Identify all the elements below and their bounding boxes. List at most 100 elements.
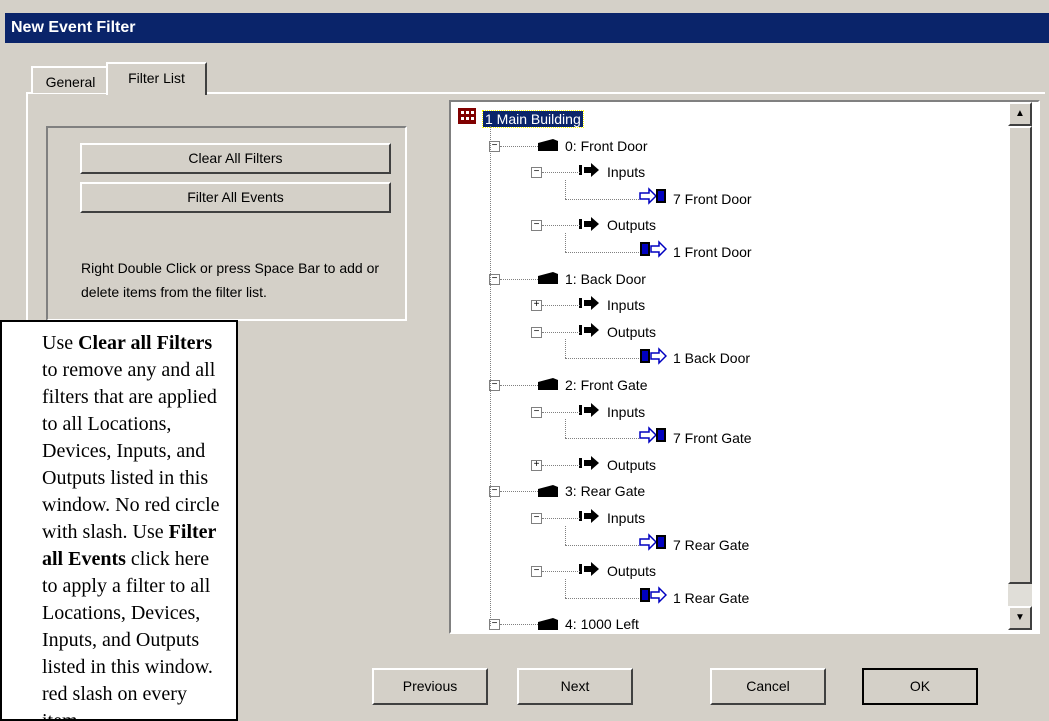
expand-icon[interactable]: + xyxy=(531,300,542,312)
arrow-right-icon xyxy=(579,160,601,186)
tab-general[interactable]: General xyxy=(31,66,109,93)
tree-node[interactable]: Outputs xyxy=(579,452,656,478)
tree-node[interactable]: Inputs xyxy=(579,292,645,318)
tree-node[interactable]: 4: 1000 Left xyxy=(537,611,639,633)
arrow-right-icon xyxy=(579,506,601,532)
tree-connector xyxy=(565,339,566,359)
tree-connector xyxy=(500,624,538,626)
scroll-down-button[interactable]: ▼ xyxy=(1008,606,1032,630)
callout-text: Use Clear all Filters to remove any and … xyxy=(42,330,228,721)
tree-node[interactable]: Outputs xyxy=(579,212,656,238)
tree-connector xyxy=(500,145,538,147)
tree-connector xyxy=(565,233,566,252)
door-icon xyxy=(537,373,559,399)
arrow-right-icon xyxy=(579,453,601,479)
tree-connector xyxy=(500,491,538,493)
tab-filter-list[interactable]: Filter List xyxy=(106,62,207,95)
ok-label: OK xyxy=(909,678,931,694)
tree-node-label: Outputs xyxy=(607,217,657,234)
tree-connector xyxy=(542,464,580,466)
tree-node[interactable]: 7 Front Door xyxy=(639,186,752,212)
arrow-right-icon xyxy=(579,559,601,585)
collapse-icon[interactable]: − xyxy=(531,326,542,338)
cancel-button[interactable]: Cancel xyxy=(710,668,826,705)
tree-node[interactable]: 3: Rear Gate xyxy=(537,478,645,504)
tree-connector xyxy=(565,179,566,199)
collapse-icon[interactable]: − xyxy=(531,566,542,578)
tree-node-label: 1 Front Door xyxy=(673,244,752,260)
tree-node[interactable]: 7 Rear Gate xyxy=(639,532,749,558)
filter-tree[interactable]: 1 Main Building 0: Front Door − Inputs − 7 Fr… xyxy=(449,100,1040,634)
door-icon xyxy=(537,134,559,160)
tree-connector xyxy=(565,358,639,360)
help-text: Right Double Click or press Space Bar to… xyxy=(81,260,380,300)
tree-connector xyxy=(565,438,639,440)
tree-node[interactable]: 1 Back Door xyxy=(639,345,750,371)
filter-all-events-button[interactable]: Filter All Events xyxy=(80,182,391,213)
clear-all-filters-button[interactable]: Clear All Filters xyxy=(80,143,391,174)
door-icon xyxy=(537,480,559,506)
building-icon xyxy=(457,107,477,133)
tree-node-label: 7 Rear Gate xyxy=(673,536,750,553)
tree-node[interactable]: 1 Rear Gate xyxy=(639,585,749,611)
tree-node-label: 2: Front Gate xyxy=(565,377,648,393)
tree-connector xyxy=(565,252,639,253)
previous-label: Previous xyxy=(402,678,458,694)
tree-node-label: Inputs xyxy=(607,164,646,181)
tree-connector xyxy=(500,278,538,280)
tree-node[interactable]: Outputs xyxy=(579,558,656,584)
tree-node-label: 1 Back Door xyxy=(673,350,751,367)
tree-node-label: Inputs xyxy=(607,510,646,526)
tree-connector xyxy=(542,225,580,227)
tree-node[interactable]: 1 Front Door xyxy=(639,239,752,265)
next-button[interactable]: Next xyxy=(517,668,633,705)
expand-icon[interactable]: + xyxy=(531,459,542,471)
callout-bold1: Clear all Filters xyxy=(78,332,213,354)
scroll-up-button[interactable]: ▲ xyxy=(1008,102,1032,126)
tree-node[interactable]: 0: Front Door xyxy=(537,133,647,159)
output-icon xyxy=(639,240,668,266)
tree-connector xyxy=(565,525,566,545)
tree-node[interactable]: 2: Front Gate xyxy=(537,372,647,398)
tree-guide-line xyxy=(490,126,491,626)
tab-general-label: General xyxy=(45,74,96,90)
input-icon xyxy=(639,187,667,213)
arrow-right-icon xyxy=(579,400,601,426)
tree-node-label: 4: 1000 Left xyxy=(565,616,639,633)
tree-connector xyxy=(565,578,566,598)
scroll-thumb[interactable] xyxy=(1008,126,1032,584)
tree-node-label: 7 Front Door xyxy=(673,190,752,207)
tree-connector xyxy=(565,597,639,599)
tree-node-label: Outputs xyxy=(607,563,657,580)
ok-button[interactable]: OK xyxy=(862,668,978,705)
tree-node[interactable]: 1 Main Building xyxy=(457,106,584,133)
collapse-icon[interactable]: − xyxy=(531,406,542,418)
tab-filter-list-label: Filter List xyxy=(128,70,185,86)
arrow-right-icon xyxy=(579,214,601,240)
title-bar: New Event Filter xyxy=(5,13,1049,43)
tree-connector xyxy=(500,385,538,386)
collapse-icon[interactable]: − xyxy=(531,167,542,179)
output-icon xyxy=(639,346,668,373)
previous-button[interactable]: Previous xyxy=(372,668,488,705)
tree-scrollbar[interactable]: ▲ ▼ xyxy=(1008,102,1032,630)
tree-node[interactable]: Inputs xyxy=(579,159,645,185)
tree-connector xyxy=(565,198,639,200)
callout-part2: to remove any and all filters that are a… xyxy=(42,359,220,543)
callout-part1: Use xyxy=(42,332,79,354)
tree-node[interactable]: Outputs xyxy=(579,319,656,345)
callout-part3: click here to apply a filter to all Loca… xyxy=(42,548,213,721)
tree-connector xyxy=(565,419,566,439)
window-title: New Event Filter xyxy=(11,19,136,36)
tree-node[interactable]: 7 Front Gate xyxy=(639,425,752,451)
dialog-window: New Event Filter General Filter List Cle… xyxy=(0,0,1049,721)
tree-node[interactable]: 1: Back Door xyxy=(537,266,646,292)
tree-node[interactable]: Inputs xyxy=(579,399,645,425)
collapse-icon[interactable]: − xyxy=(531,513,542,524)
input-icon xyxy=(639,426,667,452)
tree-node-label: 1 Rear Gate xyxy=(673,589,750,606)
tree-node[interactable]: Inputs xyxy=(579,505,645,531)
tree-node-label: 1: Back Door xyxy=(565,270,646,287)
collapse-icon[interactable]: − xyxy=(531,220,542,232)
tree-node-label: Inputs xyxy=(607,403,646,420)
